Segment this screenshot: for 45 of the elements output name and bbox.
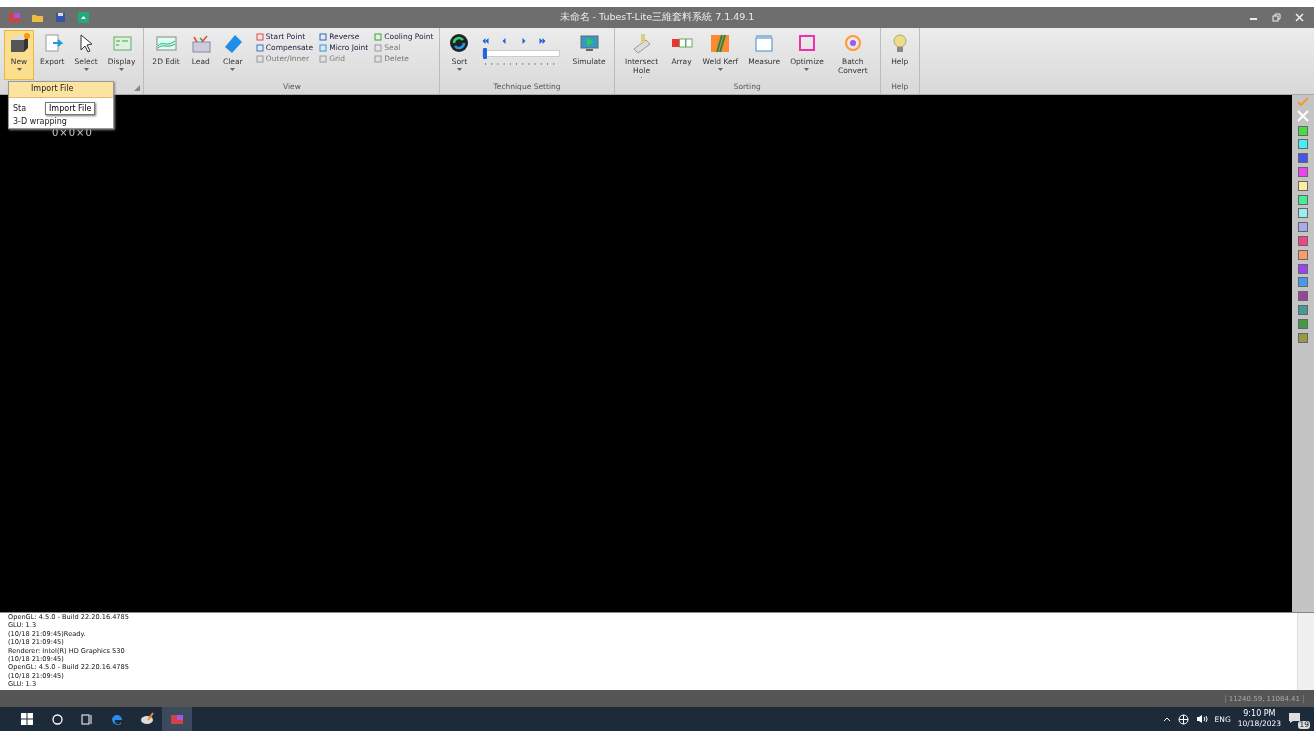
color-swatch[interactable] xyxy=(1298,277,1308,288)
globe-icon[interactable] xyxy=(1177,713,1189,725)
slider-thumb[interactable] xyxy=(482,48,487,59)
color-swatch[interactable] xyxy=(1298,263,1308,274)
color-swatch[interactable] xyxy=(1298,194,1308,205)
color-swatch[interactable] xyxy=(1298,291,1308,302)
chevron-up-icon[interactable] xyxy=(1162,716,1171,722)
dialog-launcher-icon[interactable] xyxy=(134,85,141,91)
color-swatch[interactable] xyxy=(1298,125,1308,136)
color-swatch[interactable] xyxy=(1298,249,1308,260)
playback-arrow-icon[interactable] xyxy=(520,38,528,44)
progress-slider[interactable] xyxy=(482,50,561,57)
task-view-icon[interactable] xyxy=(81,713,93,725)
color-swatch[interactable] xyxy=(1298,235,1308,246)
color-swatch[interactable] xyxy=(1298,180,1308,191)
browser-icon xyxy=(110,712,124,726)
window-title: 未命名 - TubesT-Lite三維套料系統 7.1.49.1 xyxy=(558,11,756,24)
playback-arrow-icon[interactable] xyxy=(501,38,509,44)
color-swatch[interactable] xyxy=(1298,208,1308,219)
restore-icon[interactable] xyxy=(1270,11,1283,24)
close-icon[interactable] xyxy=(1293,11,1306,24)
check-icon[interactable] xyxy=(1297,97,1309,106)
app-icon xyxy=(170,712,184,726)
color-swatch[interactable] xyxy=(1298,332,1308,343)
save-icon[interactable] xyxy=(54,11,67,24)
color-swatch[interactable] xyxy=(1298,139,1308,150)
color-swatch[interactable] xyxy=(1298,153,1308,164)
playback-arrow-icon[interactable] xyxy=(482,38,490,44)
color-swatch[interactable] xyxy=(1298,318,1308,329)
palette-icon xyxy=(140,712,154,726)
menu-item[interactable]: Import File xyxy=(9,82,113,98)
search-icon[interactable] xyxy=(51,713,63,725)
windows-start-icon[interactable] xyxy=(21,713,33,725)
tooltip: Import File xyxy=(45,102,96,115)
new-file-icon xyxy=(8,32,30,54)
sort-icon xyxy=(448,32,471,54)
monitor-play-icon xyxy=(578,32,600,54)
color-swatch[interactable] xyxy=(1298,304,1308,315)
color-swatch[interactable] xyxy=(1298,167,1308,177)
menu-item[interactable]: 3-D wrapping xyxy=(9,115,113,128)
scrollbar[interactable] xyxy=(1297,613,1314,690)
color-swatch[interactable] xyxy=(1298,222,1308,233)
message-icon xyxy=(1288,712,1301,724)
playback-arrow-icon[interactable] xyxy=(539,38,547,44)
speaker-icon[interactable] xyxy=(1195,714,1208,724)
